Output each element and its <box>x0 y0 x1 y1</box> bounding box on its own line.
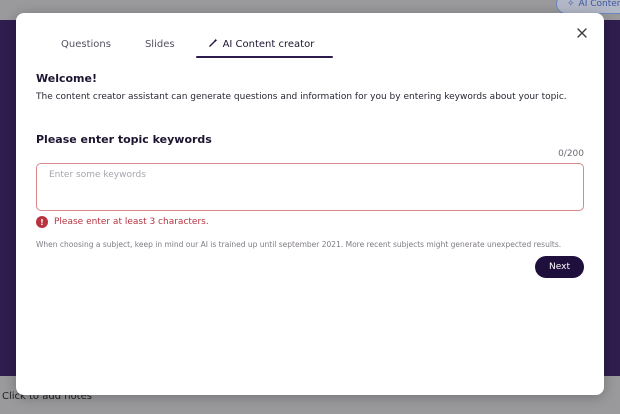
welcome-description: The content creator assistant can genera… <box>36 92 567 102</box>
tab-label: AI Content creator <box>222 38 315 50</box>
ai-content-creator-modal: Questions Slides AI Content creator Welc… <box>16 13 604 395</box>
ai-content-pill-label: AI Content <box>578 0 620 9</box>
tab-questions[interactable]: Questions <box>44 31 128 57</box>
keywords-input[interactable] <box>36 163 584 211</box>
ai-disclaimer: When choosing a subject, keep in mind ou… <box>36 240 562 249</box>
keywords-heading: Please enter topic keywords <box>36 133 212 146</box>
tab-label: Slides <box>144 38 175 50</box>
welcome-title: Welcome! <box>36 72 97 85</box>
error-message: Please enter at least 3 characters. <box>54 217 209 227</box>
tab-label: Questions <box>61 38 111 50</box>
error-icon: ! <box>36 216 48 228</box>
ai-content-pill[interactable]: ✧ AI Content <box>556 0 620 14</box>
validation-error: ! Please enter at least 3 characters. <box>36 216 209 228</box>
magic-wand-icon <box>208 38 218 50</box>
magic-wand-icon: ✧ <box>567 0 575 9</box>
modal-tabs: Questions Slides AI Content creator <box>44 31 334 58</box>
tab-ai-content-creator[interactable]: AI Content creator <box>192 31 334 58</box>
tab-slides[interactable]: Slides <box>128 31 192 57</box>
next-button[interactable]: Next <box>535 256 584 278</box>
close-icon[interactable] <box>574 25 590 41</box>
character-counter: 0/200 <box>558 149 584 159</box>
